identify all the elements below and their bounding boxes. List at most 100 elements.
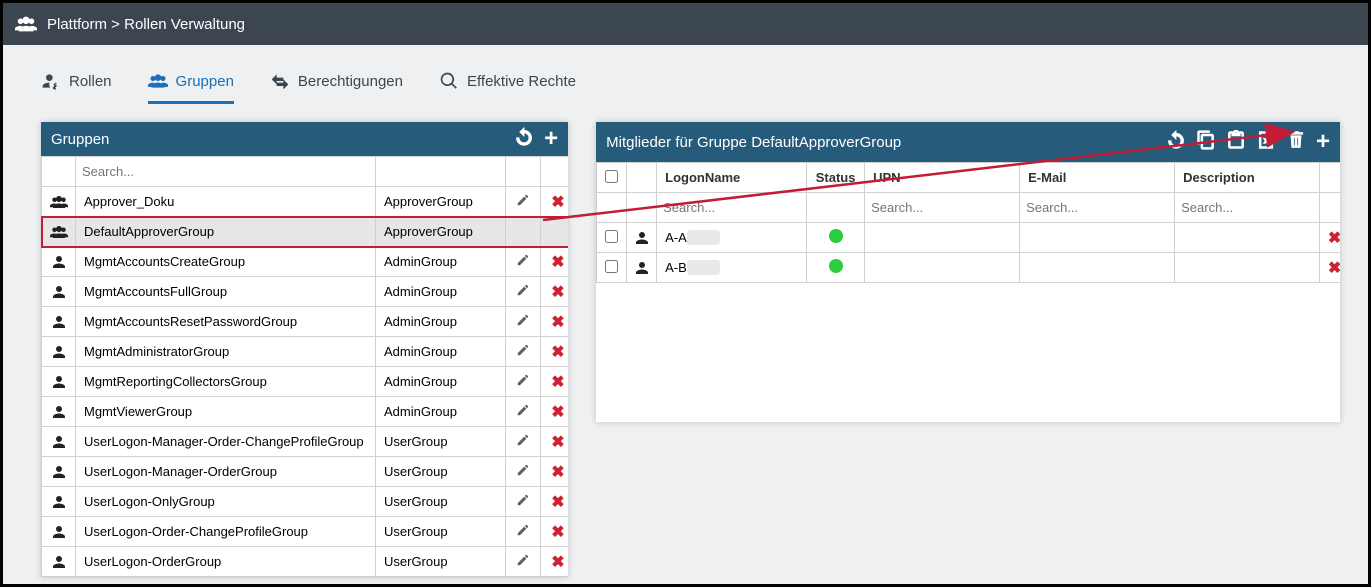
- group-row[interactable]: UserLogon-OrderGroupUserGroup✖: [42, 547, 569, 577]
- col-upn[interactable]: UPN: [865, 163, 1020, 193]
- tab-label: Effektive Rechte: [467, 73, 576, 90]
- copy-icon[interactable]: [1196, 130, 1216, 150]
- search-input-name[interactable]: [82, 164, 369, 179]
- group-row[interactable]: MgmtAccountsFullGroupAdminGroup✖: [42, 277, 569, 307]
- edit-button[interactable]: [506, 187, 541, 217]
- group-type: AdminGroup: [376, 337, 506, 367]
- content-area: Gruppen + Approver_DokuApproverGroup✖Def…: [3, 104, 1368, 577]
- search-input-email[interactable]: [1026, 200, 1168, 215]
- edit-button[interactable]: [506, 427, 541, 457]
- group-row[interactable]: DefaultApproverGroupApproverGroup: [42, 217, 569, 247]
- edit-button[interactable]: [506, 547, 541, 577]
- group-row[interactable]: UserLogon-Manager-Order-ChangeProfileGro…: [42, 427, 569, 457]
- edit-button[interactable]: [506, 367, 541, 397]
- edit-button[interactable]: [506, 457, 541, 487]
- member-email: [1020, 223, 1175, 253]
- add-icon[interactable]: +: [544, 127, 558, 151]
- col-email[interactable]: E-Mail: [1020, 163, 1175, 193]
- member-email: [1020, 253, 1175, 283]
- search-input-desc[interactable]: [1181, 200, 1313, 215]
- clipboard-icon[interactable]: [1226, 130, 1246, 150]
- delete-button[interactable]: ✖: [541, 307, 569, 337]
- user-icon: [627, 223, 657, 253]
- row-checkbox[interactable]: [605, 260, 618, 273]
- tab-effektive-rechte[interactable]: Effektive Rechte: [439, 71, 576, 104]
- member-logon: A-A: [657, 223, 807, 253]
- delete-button[interactable]: ✖: [541, 517, 569, 547]
- group-name: DefaultApproverGroup: [76, 217, 376, 247]
- user-cog-icon: [41, 71, 61, 91]
- search-input-logon[interactable]: [663, 200, 800, 215]
- delete-button[interactable]: ✖: [541, 397, 569, 427]
- edit-button[interactable]: [506, 397, 541, 427]
- user-icon: [627, 253, 657, 283]
- group-row[interactable]: MgmtReportingCollectorsGroupAdminGroup ✖: [42, 367, 569, 397]
- refresh-icon[interactable]: [1166, 130, 1186, 150]
- tab-gruppen[interactable]: Gruppen: [148, 71, 234, 104]
- edit-button[interactable]: [506, 307, 541, 337]
- group-row[interactable]: UserLogon-Order-ChangeProfileGroupUserGr…: [42, 517, 569, 547]
- col-status[interactable]: Status: [807, 163, 865, 193]
- delete-button[interactable]: ✖: [1320, 253, 1340, 283]
- tab-berechtigungen[interactable]: Berechtigungen: [270, 71, 403, 104]
- member-upn: [865, 223, 1020, 253]
- group-row[interactable]: MgmtAccountsCreateGroupAdminGroup✖: [42, 247, 569, 277]
- group-row[interactable]: MgmtAccountsResetPasswordGroupAdminGroup…: [42, 307, 569, 337]
- group-row[interactable]: MgmtViewerGroupAdminGroup ✖: [42, 397, 569, 427]
- member-desc: [1175, 223, 1320, 253]
- group-name: MgmtViewerGroup: [76, 397, 376, 427]
- group-type: ApproverGroup: [376, 187, 506, 217]
- edit-button[interactable]: [506, 277, 541, 307]
- group-name: MgmtReportingCollectorsGroup: [76, 367, 376, 397]
- delete-button[interactable]: ✖: [541, 547, 569, 577]
- member-row[interactable]: A-A ✖: [597, 223, 1340, 253]
- group-name: UserLogon-Manager-OrderGroup: [76, 457, 376, 487]
- tab-rollen[interactable]: Rollen: [41, 71, 112, 104]
- col-desc[interactable]: Description: [1175, 163, 1320, 193]
- delete-button[interactable]: ✖: [541, 337, 569, 367]
- col-logon[interactable]: LogonName: [657, 163, 807, 193]
- delete-button[interactable]: ✖: [541, 247, 569, 277]
- group-row[interactable]: UserLogon-Manager-OrderGroupUserGroup✖: [42, 457, 569, 487]
- delete-button[interactable]: ✖: [541, 457, 569, 487]
- delete-button[interactable]: ✖: [541, 427, 569, 457]
- groups-panel: Gruppen + Approver_DokuApproverGroup✖Def…: [41, 122, 568, 577]
- member-status: [807, 223, 865, 253]
- edit-button[interactable]: [506, 487, 541, 517]
- export-excel-icon[interactable]: [1256, 130, 1276, 150]
- member-logon: A-B: [657, 253, 807, 283]
- group-icon: [42, 397, 76, 427]
- tab-label: Berechtigungen: [298, 73, 403, 90]
- group-row[interactable]: Approver_DokuApproverGroup ✖: [42, 187, 569, 217]
- member-status: [807, 253, 865, 283]
- search-input-upn[interactable]: [871, 200, 1013, 215]
- member-row[interactable]: A-B ✖: [597, 253, 1340, 283]
- group-type: ApproverGroup: [376, 217, 506, 247]
- delete-button[interactable]: ✖: [541, 487, 569, 517]
- group-row[interactable]: UserLogon-OnlyGroupUserGroup✖: [42, 487, 569, 517]
- delete-button[interactable]: [541, 217, 569, 247]
- edit-button[interactable]: [506, 337, 541, 367]
- edit-button[interactable]: [506, 517, 541, 547]
- delete-button[interactable]: ✖: [541, 367, 569, 397]
- refresh-icon[interactable]: [514, 127, 534, 147]
- trash-icon[interactable]: [1286, 130, 1306, 150]
- group-name: UserLogon-Order-ChangeProfileGroup: [76, 517, 376, 547]
- delete-button[interactable]: ✖: [541, 187, 569, 217]
- delete-button[interactable]: ✖: [541, 277, 569, 307]
- edit-button[interactable]: [506, 217, 541, 247]
- group-type: AdminGroup: [376, 397, 506, 427]
- group-row[interactable]: MgmtAdministratorGroupAdminGroup ✖: [42, 337, 569, 367]
- group-name: MgmtAdministratorGroup: [76, 337, 376, 367]
- group-icon: [42, 547, 76, 577]
- group-name: Approver_Doku: [76, 187, 376, 217]
- select-all-checkbox[interactable]: [605, 170, 618, 183]
- group-name: MgmtAccountsResetPasswordGroup: [76, 307, 376, 337]
- edit-button[interactable]: [506, 247, 541, 277]
- tab-bar: Rollen Gruppen Berechtigungen Effektive …: [3, 45, 1368, 104]
- row-checkbox[interactable]: [605, 230, 618, 243]
- delete-button[interactable]: ✖: [1320, 223, 1340, 253]
- add-icon[interactable]: +: [1316, 130, 1330, 154]
- groups-panel-header: Gruppen +: [41, 122, 568, 156]
- group-type: AdminGroup: [376, 367, 506, 397]
